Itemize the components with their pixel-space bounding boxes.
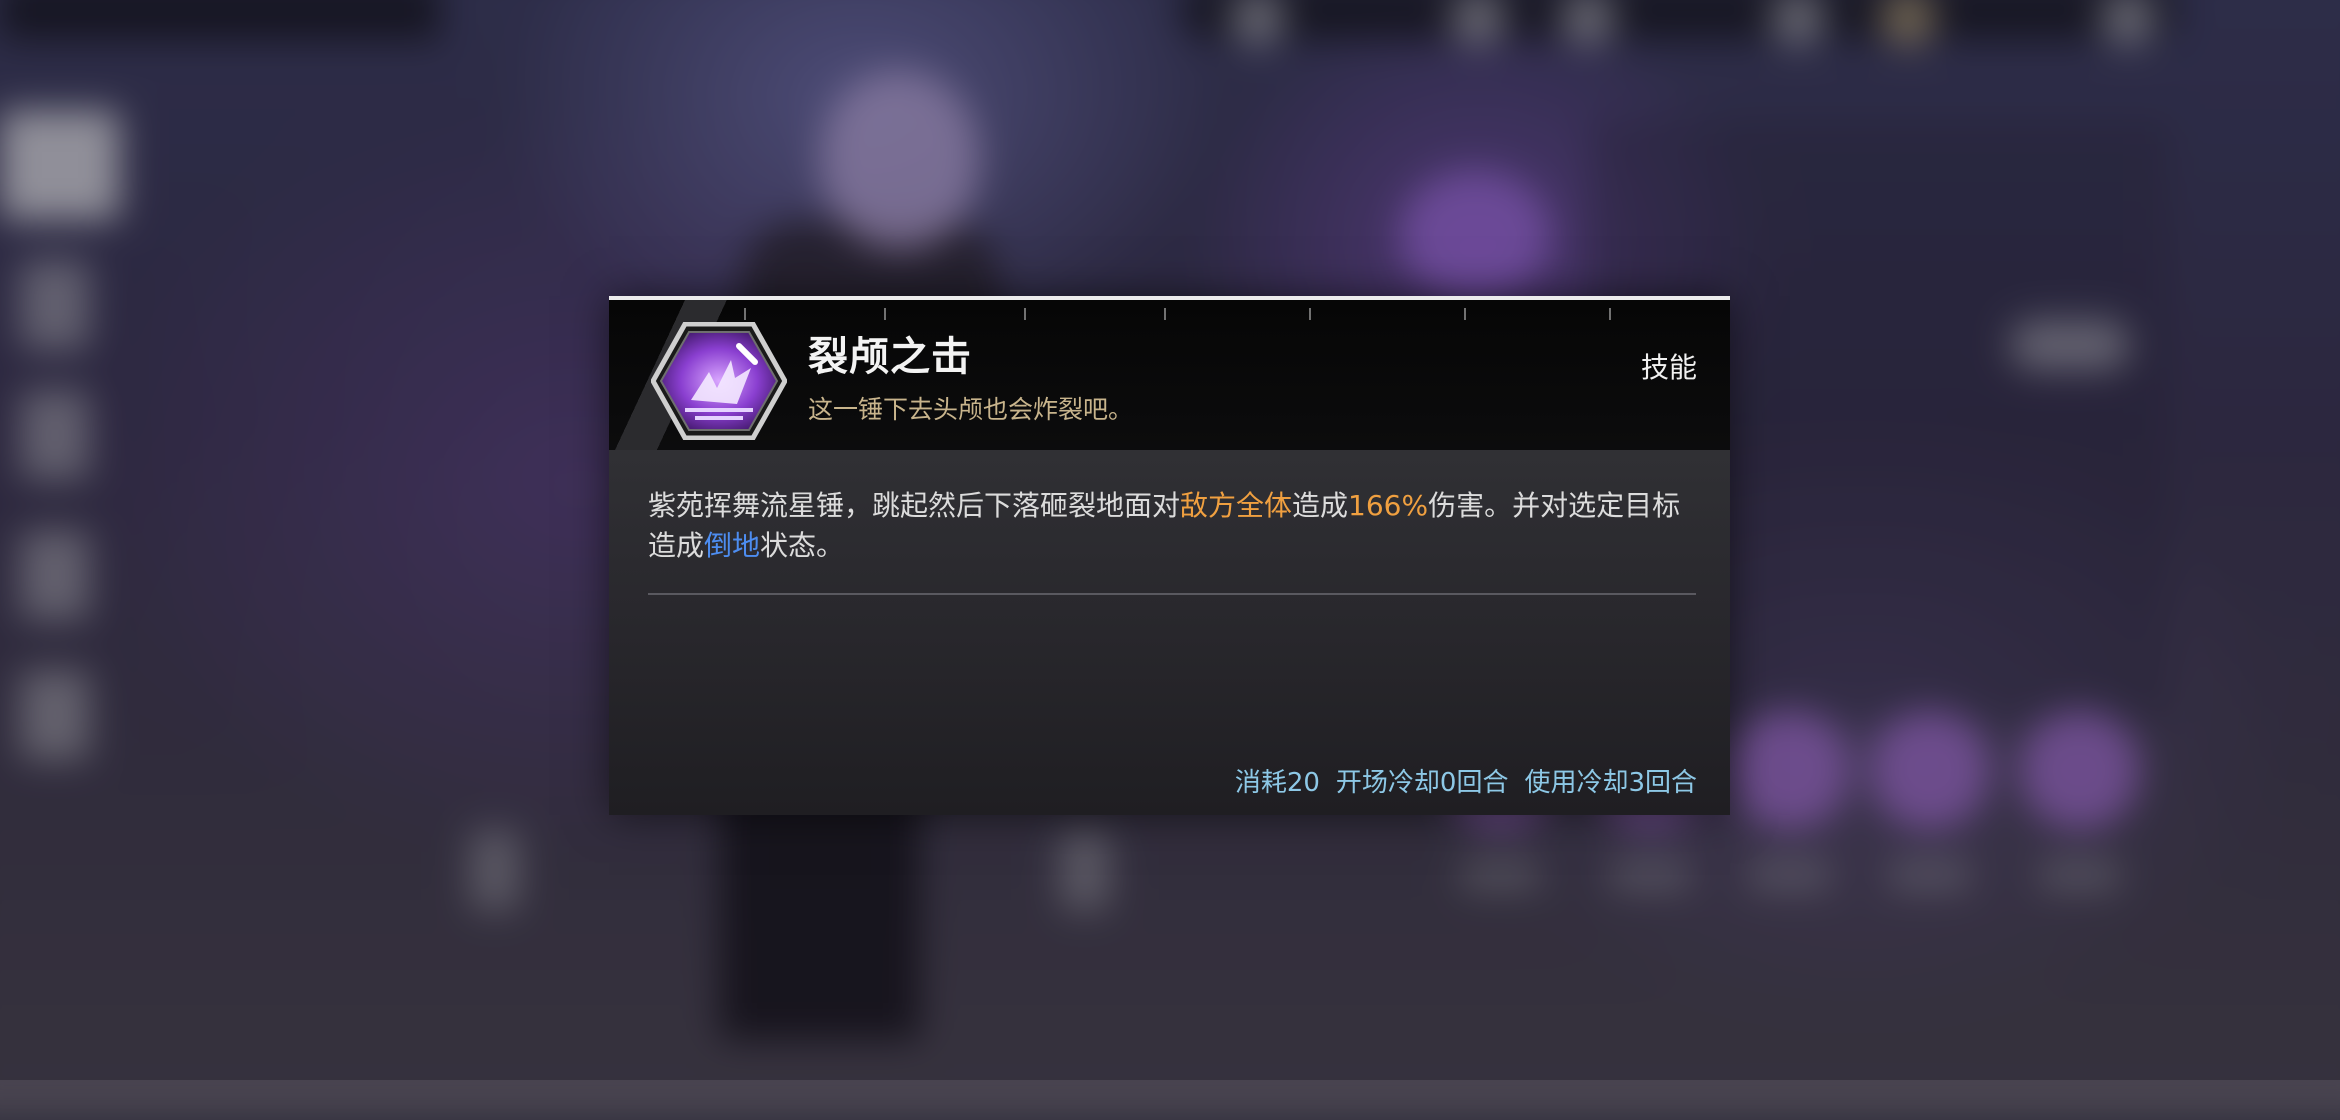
desc-target-highlight: 敌方全体 (1180, 489, 1293, 522)
skill-initial-cooldown: 开场冷却0回合 (1335, 768, 1509, 798)
skill-detail-dialog: 裂颅之击 这一锤下去头颅也会炸裂吧。 技能 紫苑挥舞流星锤，跳起然后下落砸裂地面… (609, 296, 1730, 815)
desc-text: 造成 (1292, 489, 1349, 522)
dialog-header: 裂颅之击 这一锤下去头颅也会炸裂吧。 技能 (609, 300, 1730, 450)
desc-text: 紫苑挥舞流星锤，跳起然后下落砸裂地面对 (648, 489, 1181, 522)
desc-status-highlight: 倒地 (704, 529, 761, 562)
desc-damage-highlight: 166% (1348, 489, 1429, 522)
skill-title: 裂颅之击 (808, 333, 972, 380)
desc-text: 状态。 (760, 529, 845, 562)
dialog-body: 紫苑挥舞流星锤，跳起然后下落砸裂地面对敌方全体造成166%伤害。并对选定目标造成… (609, 450, 1730, 815)
hammer-strike-skill-icon (651, 322, 787, 440)
description-divider (648, 593, 1696, 595)
skill-subtitle: 这一锤下去头颅也会炸裂吧。 (808, 395, 1134, 424)
skill-use-cooldown: 使用冷却3回合 (1524, 768, 1697, 798)
skill-cost: 消耗20 (1234, 768, 1320, 798)
skill-description: 紫苑挥舞流星锤，跳起然后下落砸裂地面对敌方全体造成166%伤害。并对选定目标造成… (648, 486, 1698, 566)
skill-type-label: 技能 (1640, 351, 1697, 384)
dialog-top-border (609, 296, 1730, 300)
skill-cost-row: 消耗20 开场冷却0回合 使用冷却3回合 (1235, 762, 1697, 799)
